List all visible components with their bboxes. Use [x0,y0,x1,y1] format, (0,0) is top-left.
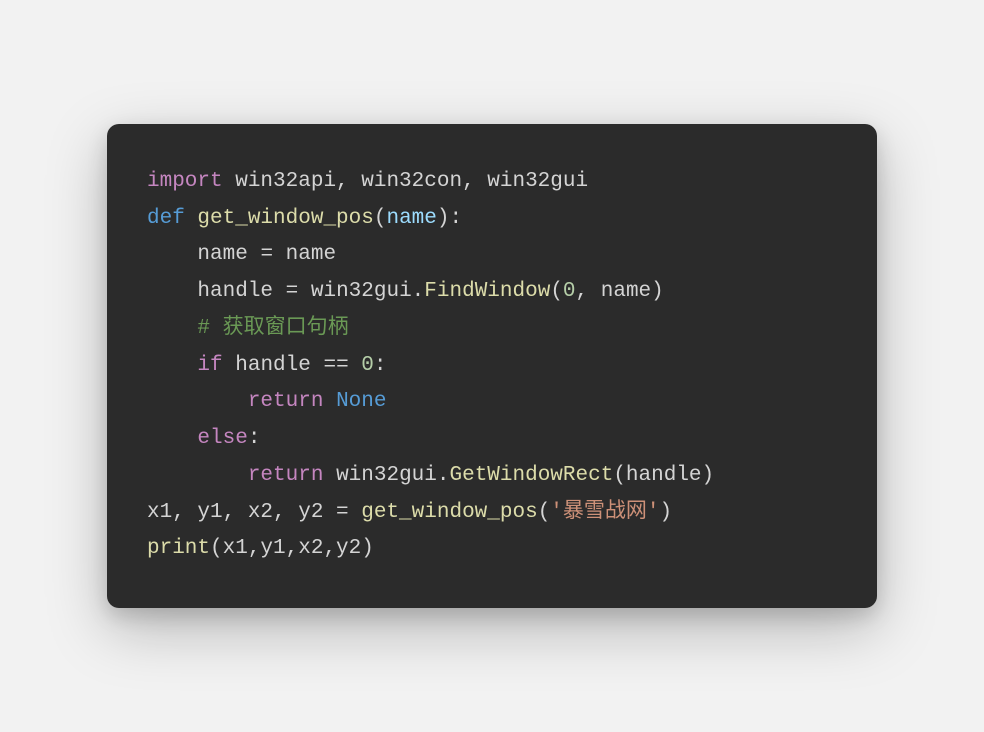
paren-open: ( [538,501,551,524]
paren-close-colon: ): [437,207,462,230]
function-name: get_window_pos [197,207,373,230]
code-content: import win32api, win32con, win32gui def … [147,164,837,568]
paren-open: ( [210,537,223,560]
paren-close: ) [651,280,664,303]
equals: = [323,501,361,524]
else-keyword: else [197,427,247,450]
paren-open: ( [613,464,626,487]
equals-compare: == [311,354,361,377]
variable-rhs: name [286,243,336,266]
return-keyword: return [248,390,324,413]
number-arg: 0 [563,280,576,303]
indent [147,464,248,487]
number-rhs: 0 [361,354,374,377]
equals: = [273,280,311,303]
none-literal: None [336,390,386,413]
variable-lhs: name [197,243,247,266]
object-ref: win32gui. [336,464,449,487]
variable-lhs: handle [235,354,311,377]
import-modules: win32api, win32con, win32gui [223,170,588,193]
object-ref: win32gui. [311,280,424,303]
string-literal: '暴雪战网' [550,501,659,524]
if-keyword: if [197,354,222,377]
variable-arg: name [601,280,651,303]
paren-open: ( [550,280,563,303]
method-name: GetWindowRect [449,464,613,487]
variable-lhs: handle [197,280,273,303]
paren-close: ) [702,464,715,487]
paren-close: ) [361,537,374,560]
space [185,207,198,230]
equals: = [248,243,286,266]
space [223,354,236,377]
method-name: FindWindow [424,280,550,303]
code-block: import win32api, win32con, win32gui def … [107,124,877,608]
tuple-vars: x1, y1, x2, y2 [147,501,323,524]
colon: : [374,354,387,377]
import-keyword: import [147,170,223,193]
parameter: name [386,207,436,230]
builtin-print: print [147,537,210,560]
comment: # 获取窗口句柄 [197,317,348,340]
comma: , [576,280,601,303]
indent [147,280,197,303]
indent [147,354,197,377]
paren-open: ( [374,207,387,230]
return-keyword: return [248,464,324,487]
indent [147,390,248,413]
colon: : [248,427,261,450]
indent [147,243,197,266]
indent [147,317,197,340]
space [323,390,336,413]
space [323,464,336,487]
print-args: x1,y1,x2,y2 [223,537,362,560]
def-keyword: def [147,207,185,230]
variable-arg: handle [626,464,702,487]
function-call: get_window_pos [361,501,537,524]
indent [147,427,197,450]
paren-close: ) [660,501,673,524]
